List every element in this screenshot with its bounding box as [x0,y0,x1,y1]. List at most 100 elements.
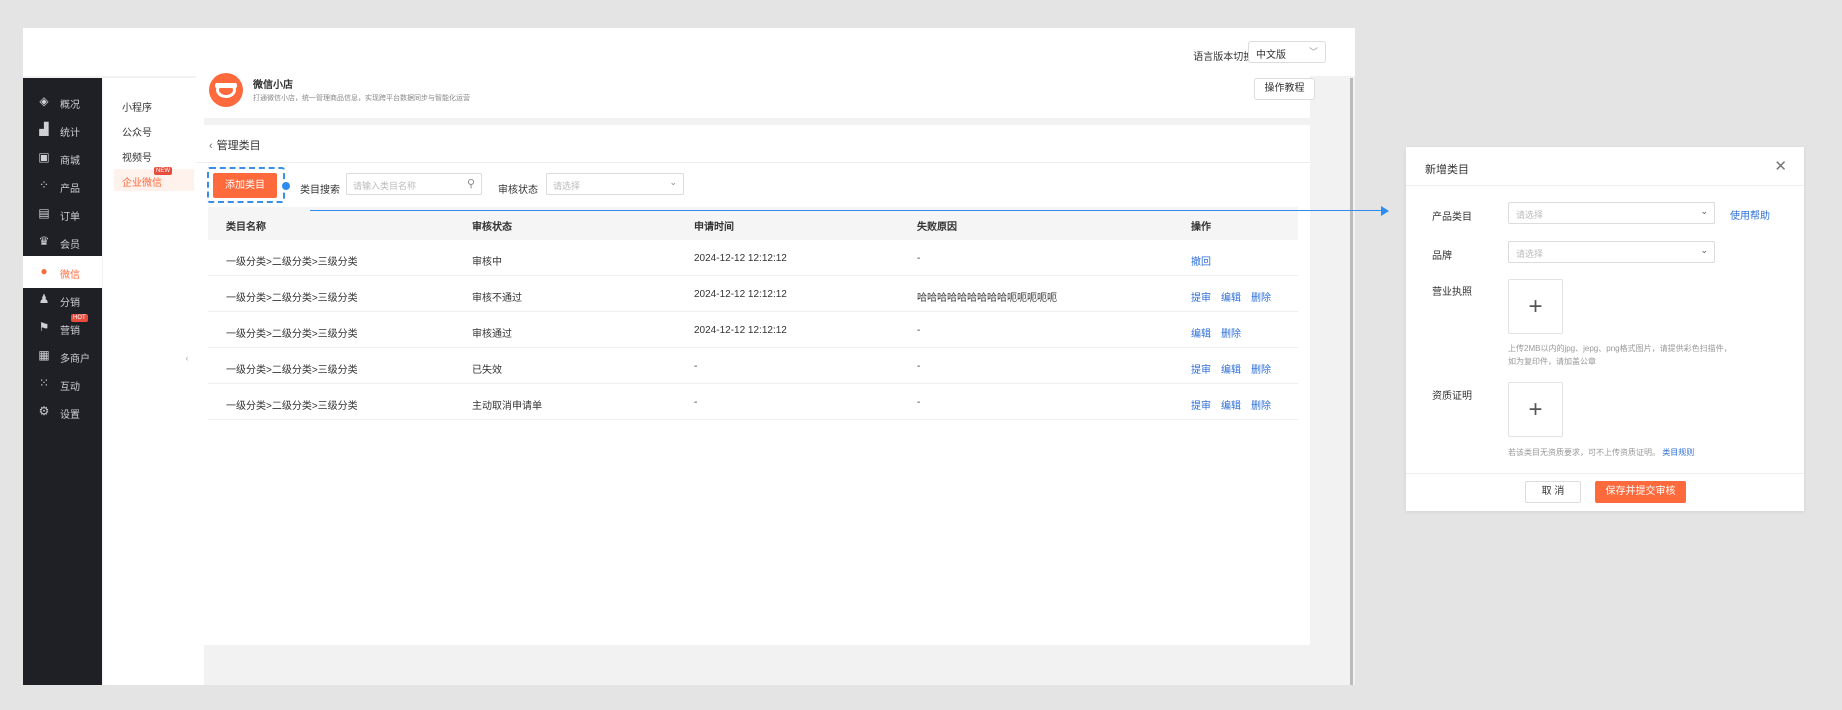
sidebar-item-label: 统计 [60,128,80,139]
subnav-item-label: 公众号 [122,128,152,139]
status-placeholder: 请选择 [553,181,581,191]
category-name: 一级分类>二级分类>三级分类 [226,293,358,304]
fail-reason: - [917,361,921,372]
new-badge: NEW [154,167,172,175]
qualification-hint-text: 若该类目无资质要求，可不上传资质证明。 [1508,448,1660,457]
submit-review-link[interactable]: 提审 [1191,289,1211,304]
license-upload[interactable]: + [1508,279,1563,334]
column-header: 类目名称 [226,222,266,233]
table-row: 一级分类>二级分类>三级分类 审核通过 2024-12-12 12:12:12 … [208,312,1298,348]
submit-review-link[interactable]: 提审 [1191,361,1211,376]
sidebar-item-settings[interactable]: ⚙ 设置 [23,396,102,428]
sidebar-item-label: 设置 [60,410,80,421]
search-label: 类目搜索 [300,185,340,196]
language-select[interactable]: 中文版 ﹀ [1248,41,1326,63]
arrow-right-icon [1381,206,1389,216]
chart-icon: ▟ [39,122,49,136]
plus-icon: + [1528,396,1543,423]
fail-reason: 哈哈哈哈哈哈哈哈哈呃呃呃呃呃 [917,293,1057,304]
subnav-item-official-account[interactable]: 公众号 [114,119,194,141]
back-link[interactable]: ‹ 管理类目 [209,137,261,153]
apply-time: 2024-12-12 12:12:12 [694,289,787,300]
select-placeholder: 请选择 [1516,210,1544,220]
subnav-item-mini-program[interactable]: 小程序 [114,94,194,116]
fail-reason: - [917,325,921,336]
language-label: 语言版本切换: [1193,52,1256,63]
category-rules-link[interactable]: 类目规则 [1662,448,1694,457]
category-name: 一级分类>二级分类>三级分类 [226,365,358,376]
review-status: 已失效 [472,365,502,376]
delete-link[interactable]: 删除 [1251,397,1271,412]
review-status: 审核通过 [472,329,512,340]
category-search-input[interactable]: 请输入类目名称 ⚲ [346,173,482,195]
sidebar-item-label: 营销 [60,326,80,337]
withdraw-link[interactable]: 撤回 [1191,253,1211,268]
apply-time: 2024-12-12 12:12:12 [694,253,787,264]
help-link[interactable]: 使用帮助 [1730,207,1770,222]
chevron-left-icon: ‹ [209,140,213,152]
category-name: 一级分类>二级分类>三级分类 [226,401,358,412]
hot-badge: HOT [71,314,88,322]
subnav-item-label: 视频号 [122,153,152,164]
save-submit-button[interactable]: 保存并提交审核 [1595,481,1686,503]
sidebar-item-label: 会员 [60,240,80,251]
license-label: 营业执照 [1432,287,1472,298]
close-icon[interactable]: ✕ [1774,157,1787,175]
fail-reason: - [917,397,921,408]
dialog-title: 新增类目 [1425,164,1469,176]
search-placeholder: 请输入类目名称 [353,181,417,191]
language-value: 中文版 [1256,50,1286,61]
add-category-button[interactable]: 添加类目 [213,173,277,198]
flow-connector-line [310,210,1382,211]
delete-link[interactable]: 删除 [1251,361,1271,376]
category-panel: ‹ 管理类目 添加类目 类目搜索 请输入类目名称 ⚲ 审核状态 请选择 ⌄ 类目名… [196,125,1310,645]
wechat-icon: ● [40,264,48,278]
app-banner: 微信小店 打通微信小店，统一管理商品信息，实现跨平台数据同步与智能化运营 操作教… [196,63,1315,118]
apply-time: 2024-12-12 12:12:12 [694,325,787,336]
chevron-down-icon: ⌄ [1700,206,1708,216]
submit-review-link[interactable]: 提审 [1191,397,1211,412]
product-category-select[interactable]: 请选择 ⌄ [1508,202,1715,224]
license-hint: 上传2MB以内的jpg、jepg、png格式图片，请提供彩色扫描件， 如为复印件… [1508,342,1732,368]
edit-link[interactable]: 编辑 [1191,325,1211,340]
column-header: 审核状态 [472,222,512,233]
table-row: 一级分类>二级分类>三级分类 已失效 - - 提审 编辑 删除 [208,348,1298,384]
sidebar-item-label: 产品 [60,184,80,195]
status-select[interactable]: 请选择 ⌄ [546,173,684,195]
delete-link[interactable]: 删除 [1221,325,1241,340]
edit-link[interactable]: 编辑 [1221,289,1241,304]
page-title: 管理类目 [216,140,261,152]
select-placeholder: 请选择 [1516,249,1544,259]
brand-select[interactable]: 请选择 ⌄ [1508,241,1715,263]
status-label: 审核状态 [498,185,538,196]
sidebar: ◈ 概况 ▟ 统计 ▣ 商城 ⁘ 产品 ▤ 订单 ♛ 会员 ● 微信 ♟ 分销 [23,78,102,685]
sidebar-item-members[interactable]: ♛ 会员 [23,226,102,258]
subnav-item-label: 企业微信 [122,178,162,189]
edit-link[interactable]: 编辑 [1221,397,1241,412]
table-row: 一级分类>二级分类>三级分类 审核中 2024-12-12 12:12:12 -… [208,240,1298,276]
table-header: 类目名称 审核状态 申请时间 失败原因 操作 [208,207,1298,240]
sidebar-item-label: 概况 [60,100,80,111]
crown-icon: ♛ [38,234,50,248]
table-row: 一级分类>二级分类>三级分类 审核不通过 2024-12-12 12:12:12… [208,276,1298,312]
search-icon: ⚲ [466,178,475,190]
review-status: 审核中 [472,257,502,268]
tutorial-button[interactable]: 操作教程 [1254,78,1315,100]
delete-link[interactable]: 删除 [1251,289,1271,304]
review-status: 审核不通过 [472,293,522,304]
category-name: 一级分类>二级分类>三级分类 [226,257,358,268]
shop-icon: ▦ [38,348,50,362]
category-name: 一级分类>二级分类>三级分类 [226,329,358,340]
table-row: 一级分类>二级分类>三级分类 主动取消申请单 - - 提审 编辑 删除 [208,384,1298,420]
column-header: 操作 [1191,222,1211,233]
scrollbar[interactable] [1350,78,1353,685]
column-header: 申请时间 [694,222,734,233]
collapse-toggle[interactable]: ‹ [181,337,193,379]
subnav-item-video-channel[interactable]: 视频号 [114,144,194,166]
qualification-upload[interactable]: + [1508,382,1563,437]
subnav-item-wecom[interactable]: 企业微信 NEW [114,167,194,191]
chevron-down-icon: ⌄ [669,177,677,187]
cancel-button[interactable]: 取 消 [1525,481,1581,503]
chevron-down-icon: ⌄ [1700,245,1708,255]
edit-link[interactable]: 编辑 [1221,361,1241,376]
